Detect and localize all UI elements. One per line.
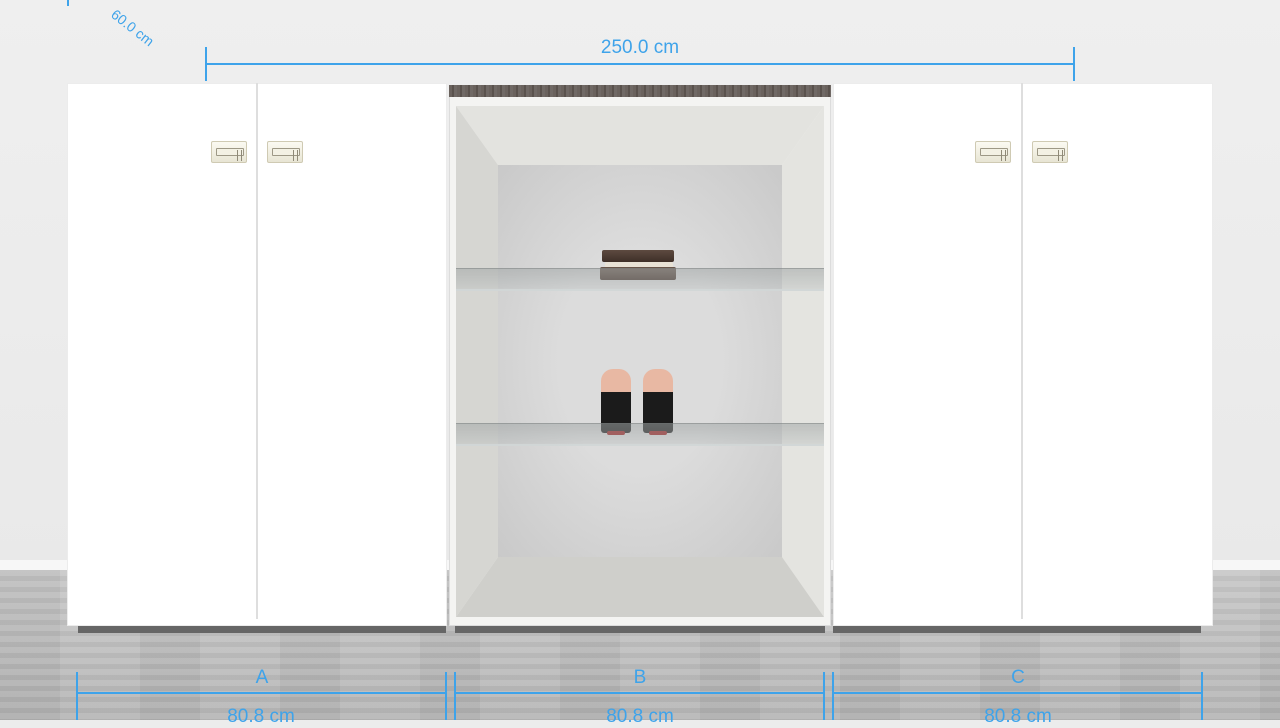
door-seam [1021,83,1023,619]
depth-dimension-tick [67,0,69,6]
inner-left-panel [456,106,498,617]
inner-right-panel [782,106,824,617]
back-panel [498,165,782,557]
section-label: A [255,667,269,688]
dimension-tick [823,672,825,720]
plinth-a [78,626,446,633]
inner-top-panel [456,106,824,165]
dimension-tick [76,672,78,720]
section-label: B [633,667,647,688]
cabinet-c[interactable] [833,83,1213,626]
door-handle-right[interactable] [1032,141,1068,163]
door-handle-right[interactable] [267,141,303,163]
section-label: C [1011,667,1025,688]
door-handle-left[interactable] [975,141,1011,163]
dimension-tick-right [1073,47,1075,81]
dimension-tick [454,672,456,720]
dimension-tick [445,672,447,720]
dimension-tick [1201,672,1203,720]
top-wood-strip [449,85,831,97]
dimension-line [454,692,824,694]
plinth-b [455,626,825,633]
section-width: 80.8 cm [227,706,295,727]
dimension-tick [832,672,834,720]
plinth-c [833,626,1201,633]
overall-width-label: 250.0 cm [600,37,680,58]
dimension-line [832,692,1202,694]
cabinet-a[interactable] [67,83,447,626]
glass-shelf-lower[interactable] [456,423,824,446]
section-width: 80.8 cm [984,706,1052,727]
door-handle-left[interactable] [211,141,247,163]
dimension-line [76,692,446,694]
book-top [602,250,674,262]
dimension-line [205,63,1075,65]
section-width: 80.8 cm [606,706,674,727]
glass-shelf-upper[interactable] [456,268,824,291]
door-seam [256,83,258,619]
inner-bottom-panel [456,557,824,617]
